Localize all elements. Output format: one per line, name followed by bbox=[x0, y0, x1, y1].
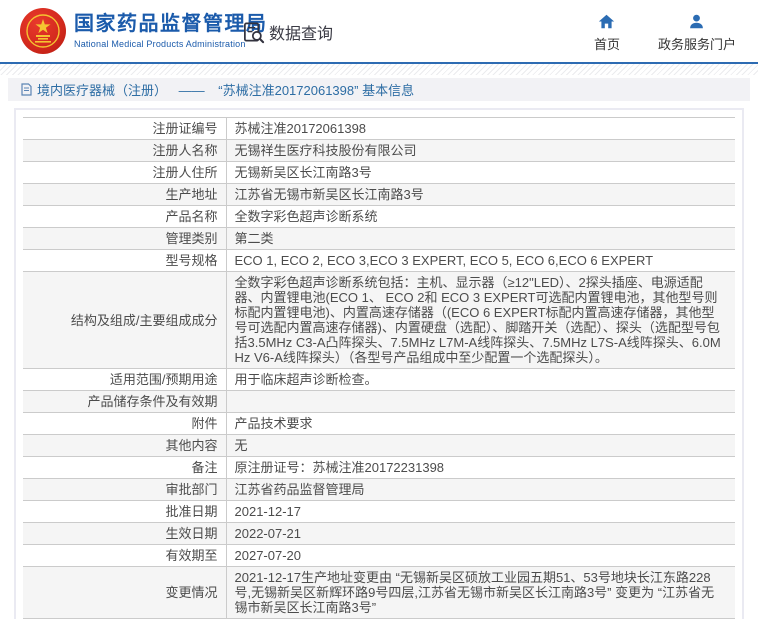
table-row: 注册人住所 无锡新吴区长江南路3号 bbox=[23, 161, 735, 184]
row-value bbox=[226, 390, 735, 413]
home-icon bbox=[599, 14, 615, 29]
nav-gov-portal-label: 政务服务门户 bbox=[657, 37, 736, 52]
table-row: 生效日期 2022-07-21 bbox=[23, 522, 735, 545]
row-label: 附件 bbox=[23, 412, 227, 435]
table-row: 产品名称 全数字彩色超声诊断系统 bbox=[23, 205, 735, 228]
table-row: 审批部门 江苏省药品监督管理局 bbox=[23, 478, 735, 501]
org-name-cn: 国家药品监督管理局 bbox=[74, 13, 268, 35]
site-header: 国家药品监督管理局 National Medical Products Admi… bbox=[0, 0, 758, 62]
breadcrumb-dash: —— bbox=[178, 83, 205, 98]
breadcrumb-text: 境内医疗器械（注册） —— “苏械注准20172061398” 基本信息 bbox=[37, 80, 414, 99]
row-value: 第二类 bbox=[226, 227, 735, 250]
row-value: 2022-07-21 bbox=[226, 522, 735, 545]
row-value: 2021-12-17生产地址变更由 “无锡新吴区硕放工业园五期51、53号地块长… bbox=[226, 566, 735, 619]
row-label: 注册人名称 bbox=[23, 139, 227, 162]
row-label: 产品储存条件及有效期 bbox=[23, 390, 227, 413]
row-value: 无 bbox=[226, 434, 735, 457]
row-label: 其他内容 bbox=[23, 434, 227, 457]
row-value: 苏械注准20172061398 bbox=[226, 117, 735, 140]
row-label: 变更情况 bbox=[23, 566, 227, 619]
breadcrumb-category: 境内医疗器械（注册） bbox=[37, 83, 168, 98]
row-label: 备注 bbox=[23, 456, 227, 479]
table-row: 备注 原注册证号：苏械注准20172231398 bbox=[23, 456, 735, 479]
data-query-label: 数据查询 bbox=[269, 26, 334, 43]
row-value: 全数字彩色超声诊断系统 bbox=[226, 205, 735, 228]
table-row: 适用范围/预期用途 用于临床超声诊断检查。 bbox=[23, 368, 735, 391]
row-value: 全数字彩色超声诊断系统包括：主机、显示器（≥12"LED）、2探头插座、电源适配… bbox=[226, 271, 735, 369]
row-value: 无锡祥生医疗科技股份有限公司 bbox=[226, 139, 735, 162]
row-value: 原注册证号：苏械注准20172231398 bbox=[226, 456, 735, 479]
row-value: 2027-07-20 bbox=[226, 544, 735, 567]
row-label: 型号规格 bbox=[23, 249, 227, 272]
table-row: 生产地址 江苏省无锡市新吴区长江南路3号 bbox=[23, 183, 735, 206]
breadcrumb-detail: “苏械注准20172061398” 基本信息 bbox=[218, 83, 415, 98]
row-value: 江苏省药品监督管理局 bbox=[226, 478, 735, 501]
table-row: 结构及组成/主要组成成分 全数字彩色超声诊断系统包括：主机、显示器（≥12"LED… bbox=[23, 271, 735, 369]
row-label: 生效日期 bbox=[23, 522, 227, 545]
row-label: 审批部门 bbox=[23, 478, 227, 501]
row-label: 有效期至 bbox=[23, 544, 227, 567]
table-row: 有效期至 2027-07-20 bbox=[23, 544, 735, 567]
data-query-button[interactable]: 数据查询 bbox=[242, 20, 333, 44]
row-value: 江苏省无锡市新吴区长江南路3号 bbox=[226, 183, 735, 206]
row-label: 生产地址 bbox=[23, 183, 227, 206]
table-row: 产品储存条件及有效期 bbox=[23, 390, 735, 413]
table-row: 变更情况 2021-12-17生产地址变更由 “无锡新吴区硕放工业园五期51、53… bbox=[23, 566, 735, 619]
table-row: 注册人名称 无锡祥生医疗科技股份有限公司 bbox=[23, 139, 735, 162]
nav-home[interactable]: 首页 bbox=[594, 13, 620, 53]
row-value: ECO 1, ECO 2, ECO 3,ECO 3 EXPERT, ECO 5,… bbox=[226, 249, 735, 272]
registration-info-table: 注册证编号 苏械注准20172061398 注册人名称 无锡祥生医疗科技股份有限公司注… bbox=[23, 117, 735, 619]
row-value: 2021-12-17 bbox=[226, 500, 735, 523]
row-label: 结构及组成/主要组成成分 bbox=[23, 271, 227, 369]
user-icon bbox=[690, 14, 704, 29]
row-value: 无锡新吴区长江南路3号 bbox=[226, 161, 735, 184]
nmpa-emblem-logo bbox=[20, 8, 66, 54]
table-row: 附件 产品技术要求 bbox=[23, 412, 735, 435]
row-label: 注册人住所 bbox=[23, 161, 227, 184]
row-label: 产品名称 bbox=[23, 205, 227, 228]
breadcrumb: 境内医疗器械（注册） —— “苏械注准20172061398” 基本信息 bbox=[8, 78, 750, 101]
row-value: 产品技术要求 bbox=[226, 412, 735, 435]
registration-info-panel: 注册证编号 苏械注准20172061398 注册人名称 无锡祥生医疗科技股份有限公司注… bbox=[14, 108, 744, 619]
table-row: 型号规格 ECO 1, ECO 2, ECO 3,ECO 3 EXPERT, EC… bbox=[23, 249, 735, 272]
row-label: 管理类别 bbox=[23, 227, 227, 250]
table-row: 管理类别 第二类 bbox=[23, 227, 735, 250]
hatch-texture-band bbox=[0, 64, 758, 75]
national-emblem-icon bbox=[26, 14, 60, 48]
table-row: 注册证编号 苏械注准20172061398 bbox=[23, 117, 735, 140]
document-icon bbox=[21, 83, 32, 96]
table-row: 批准日期 2021-12-17 bbox=[23, 500, 735, 523]
row-label: 注册证编号 bbox=[23, 117, 227, 140]
org-name-en: National Medical Products Administration bbox=[74, 39, 246, 49]
row-label: 适用范围/预期用途 bbox=[23, 368, 227, 391]
data-query-icon bbox=[244, 22, 265, 43]
header-nav: 首页 政务服务门户 bbox=[594, 13, 736, 53]
nav-home-label: 首页 bbox=[593, 37, 620, 52]
info-table-body: 注册证编号 苏械注准20172061398 注册人名称 无锡祥生医疗科技股份有限公司注… bbox=[23, 117, 735, 619]
org-title-block: 国家药品监督管理局 National Medical Products Admi… bbox=[74, 12, 268, 49]
row-label: 批准日期 bbox=[23, 500, 227, 523]
row-value: 用于临床超声诊断检查。 bbox=[226, 368, 735, 391]
table-row: 其他内容无 bbox=[23, 434, 735, 457]
nav-gov-portal[interactable]: 政务服务门户 bbox=[658, 13, 736, 53]
